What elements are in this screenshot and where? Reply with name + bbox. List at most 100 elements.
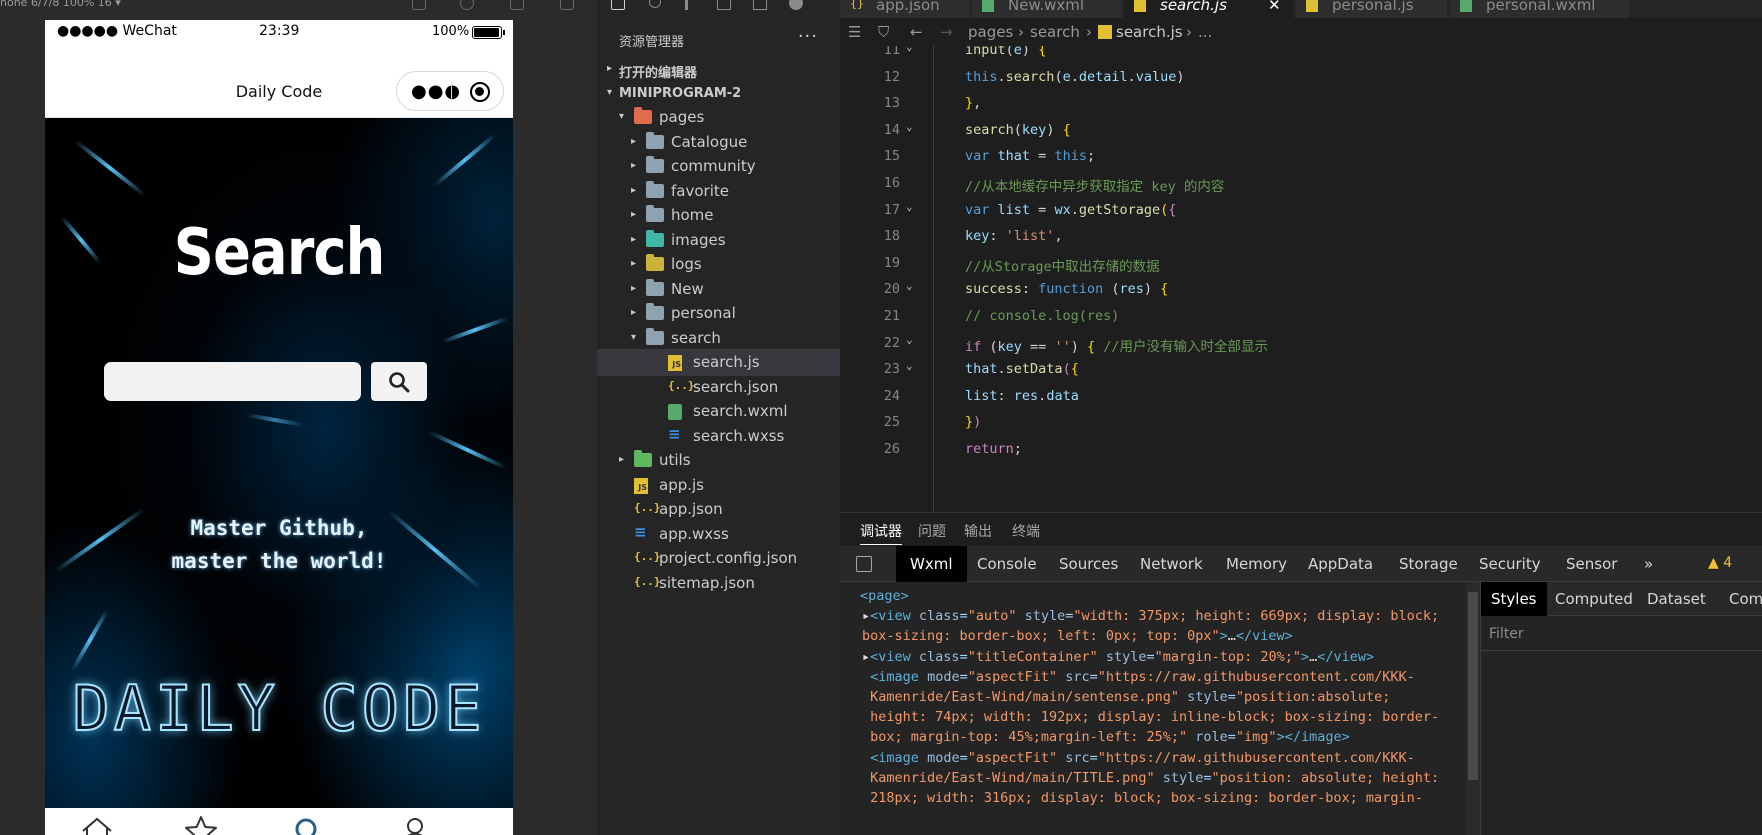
more-icon[interactable]: ●●● xyxy=(411,81,461,102)
close-app-icon[interactable] xyxy=(470,82,490,102)
volume-icon[interactable] xyxy=(510,0,524,10)
breadcrumb-file[interactable]: search.js xyxy=(1116,23,1183,41)
warning-badge[interactable]: ▲ 4 xyxy=(1708,555,1732,571)
tree-item-personal[interactable]: ▸ personal xyxy=(597,300,840,327)
inspect-element-icon[interactable] xyxy=(856,556,872,572)
fold-chevron-icon[interactable]: ⌄ xyxy=(906,359,913,372)
styles-tab-comp[interactable]: Comp xyxy=(1729,582,1762,616)
editor-tab-new-wxml[interactable]: New.wxml xyxy=(972,0,1122,18)
devtools-tab-storage[interactable]: Storage xyxy=(1399,546,1458,582)
fold-chevron-icon[interactable]: ⌄ xyxy=(906,46,913,53)
extensions-icon[interactable] xyxy=(717,0,731,10)
code-line: 17 ⌄ var list = wx.getStorage({ xyxy=(840,196,1762,226)
devtools-tab-security[interactable]: Security xyxy=(1479,546,1541,582)
code-area[interactable]: 11 ⌄ input(e) {12 this.search(e.detail.valu… xyxy=(840,46,1762,512)
devtools-tab-memory[interactable]: Memory xyxy=(1226,546,1287,582)
wxml-node-line[interactable]: ▸<view class="auto" style="width: 375px;… xyxy=(862,606,1439,626)
editor-tab-personal-wxml[interactable]: personal.wxml xyxy=(1450,0,1630,18)
wxml-scrollbar[interactable] xyxy=(1466,582,1480,835)
tab-search[interactable] xyxy=(291,814,331,835)
editor-tab-app-json[interactable]: {} app.json xyxy=(840,0,970,18)
more-actions-button[interactable]: ··· xyxy=(798,26,818,47)
panel-tab[interactable]: 输出 xyxy=(964,521,992,541)
wxml-node-line[interactable]: Kamenride/East-Wind/main/sentense.png" s… xyxy=(862,687,1390,707)
styles-tab-dataset[interactable]: Dataset xyxy=(1647,582,1706,616)
open-editors-section[interactable]: ▸ 打开的编辑器 xyxy=(597,58,840,84)
copy-icon[interactable] xyxy=(560,0,574,10)
devtools-tab-network[interactable]: Network xyxy=(1140,546,1203,582)
settings-icon[interactable] xyxy=(789,0,803,10)
tree-item-utils[interactable]: ▸ utils xyxy=(597,447,840,474)
tree-item-app-wxss[interactable]: ≡ app.wxss xyxy=(597,521,840,548)
tree-item-community[interactable]: ▸ community xyxy=(597,153,840,180)
tree-item-search-js[interactable]: JS search.js xyxy=(597,349,840,376)
panel-tab[interactable]: 问题 xyxy=(918,521,946,541)
tree-item-logs[interactable]: ▸ logs xyxy=(597,251,840,278)
tree-item-search-json[interactable]: {..} search.json xyxy=(597,374,840,401)
fold-chevron-icon[interactable]: ⌄ xyxy=(906,120,913,133)
tree-item-label: search.wxml xyxy=(693,402,788,420)
tree-item-new[interactable]: ▸ New xyxy=(597,276,840,303)
wxml-node-line[interactable]: height: 74px; width: 192px; display: inl… xyxy=(862,707,1439,727)
more-tabs-icon[interactable]: » xyxy=(1644,546,1653,582)
tree-item-project-config-json[interactable]: {..} project.config.json xyxy=(597,545,840,572)
source-control-icon[interactable] xyxy=(685,0,688,10)
devtools-tab-sources[interactable]: Sources xyxy=(1059,546,1118,582)
phone-icon[interactable] xyxy=(412,0,426,10)
wxml-node-line[interactable]: <image mode="aspectFit" src="https://raw… xyxy=(862,667,1415,687)
styles-filter-input[interactable]: Filter xyxy=(1489,626,1524,642)
search-button[interactable] xyxy=(371,362,427,401)
tab-favorite[interactable] xyxy=(183,814,223,835)
debug-icon[interactable] xyxy=(753,0,767,10)
wxml-node-line[interactable]: 218px; width: 316px; display: block; box… xyxy=(862,788,1423,808)
breadcrumb-search[interactable]: search xyxy=(1030,23,1080,41)
breadcrumb-symbol[interactable]: ... xyxy=(1198,23,1212,41)
record-icon[interactable] xyxy=(460,0,474,10)
breadcrumb-pages[interactable]: pages xyxy=(968,23,1013,41)
tree-item-catalogue[interactable]: ▸ Catalogue xyxy=(597,129,840,156)
devtools-tab-console[interactable]: Console xyxy=(977,546,1037,582)
tree-item-app-js[interactable]: JS app.js xyxy=(597,472,840,499)
styles-tab-styles[interactable]: Styles xyxy=(1481,582,1547,616)
tree-item-images[interactable]: ▸ images xyxy=(597,227,840,254)
tree-item-search-wxml[interactable]: search.wxml xyxy=(597,398,840,425)
wxml-node-line[interactable]: ▸<view class="titleContainer" style="mar… xyxy=(862,647,1374,667)
wxml-node-line[interactable]: <page> xyxy=(860,586,909,606)
wxml-tree[interactable]: <page> ▸<view class="auto" style="width: … xyxy=(840,582,1466,835)
list-icon[interactable]: ☰ xyxy=(848,23,861,41)
devtools-tab-sensor[interactable]: Sensor xyxy=(1566,546,1617,582)
tree-item-sitemap-json[interactable]: {..} sitemap.json xyxy=(597,570,840,597)
search-input[interactable] xyxy=(104,362,361,401)
devtools-tab-appdata[interactable]: AppData xyxy=(1308,546,1373,582)
wxml-node-line[interactable]: Kamenride/East-Wind/main/TITLE.png" styl… xyxy=(862,768,1439,788)
styles-tab-computed[interactable]: Computed xyxy=(1555,582,1633,616)
tab-personal[interactable] xyxy=(397,814,437,835)
wxml-node-line[interactable]: box-sizing: border-box; left: 0px; top: … xyxy=(862,626,1293,646)
tree-item-search-wxss[interactable]: ≡ search.wxss xyxy=(597,423,840,450)
panel-tab[interactable]: 终端 xyxy=(1012,521,1040,541)
forward-arrow-icon[interactable]: → xyxy=(940,23,953,41)
editor-tab-search-js[interactable]: search.js ✕ xyxy=(1124,0,1294,18)
tree-item-app-json[interactable]: {..} app.json xyxy=(597,496,840,523)
bookmark-icon[interactable]: ⛉ xyxy=(878,23,889,41)
back-arrow-icon[interactable]: ← xyxy=(910,23,923,41)
panel-tab[interactable]: 调试器 xyxy=(860,521,902,545)
editor-tab-personal-js[interactable]: personal.js xyxy=(1296,0,1448,18)
fold-chevron-icon[interactable]: ⌄ xyxy=(906,200,913,213)
tree-item-home[interactable]: ▸ home xyxy=(597,202,840,229)
device-selector[interactable]: hone 6/7/8 100% 16 ▾ xyxy=(0,0,121,9)
tree-item-pages[interactable]: ▾ pages xyxy=(597,104,840,131)
files-icon[interactable] xyxy=(611,0,625,10)
fold-chevron-icon[interactable]: ⌄ xyxy=(906,333,913,346)
fold-chevron-icon[interactable]: ⌄ xyxy=(906,279,913,292)
wxml-node-line[interactable]: box; margin-top: 45%;margin-left: 25%;" … xyxy=(862,727,1350,747)
tree-item-favorite[interactable]: ▸ favorite xyxy=(597,178,840,205)
close-tab-icon[interactable]: ✕ xyxy=(1268,0,1281,14)
tree-item-search[interactable]: ▾ search xyxy=(597,325,840,352)
devtools-tab-wxml[interactable]: Wxml xyxy=(896,546,967,582)
scrollbar-thumb[interactable] xyxy=(1468,592,1478,780)
tab-home[interactable] xyxy=(79,814,119,835)
wxml-node-line[interactable]: <image mode="aspectFit" src="https://raw… xyxy=(862,748,1415,768)
search-icon[interactable] xyxy=(649,0,661,8)
line-number: 19 xyxy=(883,254,900,271)
